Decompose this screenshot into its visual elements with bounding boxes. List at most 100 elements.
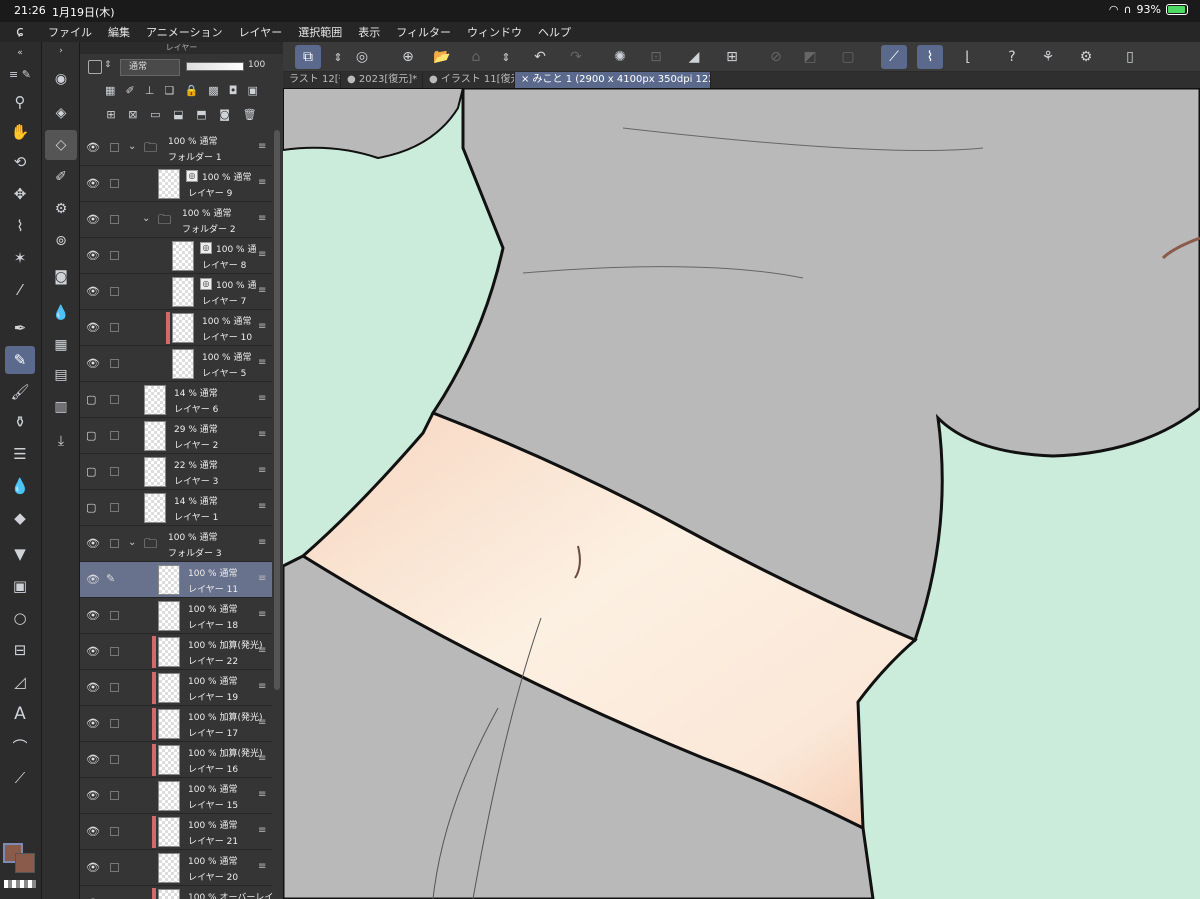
eye-icon[interactable]: 👁 — [86, 285, 100, 298]
clear-icon[interactable]: ⊡ — [643, 45, 669, 69]
layer-row[interactable]: 👁 100 % 通常 レイヤー 19 ≡ — [80, 670, 272, 706]
brush-size-icon[interactable]: ⊚ — [45, 226, 77, 256]
layer-panel-icon[interactable]: ◇ — [45, 130, 77, 160]
layer-menu-icon[interactable]: ≡ — [258, 429, 266, 440]
eye-icon[interactable]: 👁 — [86, 213, 100, 226]
layer-row[interactable]: 👁 ◎ 100 % 通常 レイヤー 9 ≡ — [80, 166, 272, 202]
eye-icon[interactable]: 👁 — [86, 681, 100, 694]
layer-row[interactable]: 👁 ⌄ 🗀 100 % 通常 フォルダー 1 ≡ — [80, 130, 272, 166]
layer-checkbox[interactable] — [110, 143, 119, 152]
eraser-icon[interactable]: ◆ — [5, 504, 35, 532]
eye-icon[interactable]: 👁 — [86, 249, 100, 262]
layer-checkbox[interactable] — [110, 827, 119, 836]
layer-menu-icon[interactable]: ≡ — [258, 537, 266, 548]
show-selection-icon[interactable]: ▢ — [835, 45, 861, 69]
palette-menu-icon[interactable]: ≡ ✎ — [5, 64, 35, 84]
menu-view[interactable]: 表示 — [350, 24, 388, 40]
transparent-color-swatch[interactable] — [4, 880, 36, 888]
lock-icon[interactable]: 🔒 — [184, 84, 198, 97]
layer-row[interactable]: 👁 ◎ 100 % 通レイヤー 7 ≡ — [80, 274, 272, 310]
delete-layer-icon[interactable]: 🗑 — [243, 108, 257, 121]
layer-menu-icon[interactable]: ≡ — [258, 645, 266, 656]
canvas-icon[interactable]: ⧉ — [295, 45, 321, 69]
layer-row[interactable]: 👁 ⌄ 🗀 100 % 通常 フォルダー 2 ≡ — [80, 202, 272, 238]
layer-menu-icon[interactable]: ≡ — [258, 393, 266, 404]
layer-menu-icon[interactable]: ≡ — [258, 357, 266, 368]
menu-filter[interactable]: フィルター — [388, 24, 459, 40]
fill-command-icon[interactable]: ◢ — [681, 45, 707, 69]
layer-row[interactable]: ▢ 14 % 通常 レイヤー 1 ≡ — [80, 490, 272, 526]
move-icon[interactable]: ✥ — [5, 180, 35, 208]
layer-row[interactable]: 👁 100 % 通常 レイヤー 5 ≡ — [80, 346, 272, 382]
snap-special-ruler-icon[interactable]: ⌇ — [917, 45, 943, 69]
eye-icon[interactable]: 👁 — [86, 321, 100, 334]
fill-icon[interactable]: ▼ — [5, 540, 35, 568]
clip-icon[interactable]: ⊥ — [145, 84, 155, 97]
gradient-icon[interactable]: ▣ — [5, 572, 35, 600]
layer-row[interactable]: 👁 100 % 加算(発光) レイヤー 22 ≡ — [80, 634, 272, 670]
sub-color-swatch[interactable] — [15, 853, 35, 873]
share-icon[interactable]: ⚙ — [1073, 45, 1099, 69]
tab-illust-12[interactable]: ラスト 12[復元 — [283, 72, 341, 88]
text-icon[interactable]: A — [5, 700, 35, 728]
layer-menu-icon[interactable]: ≡ — [258, 465, 266, 476]
magic-wand-icon[interactable]: ✶ — [5, 244, 35, 272]
color-wheel-icon[interactable]: ◙ — [45, 262, 77, 292]
layer-checkbox[interactable] — [110, 215, 119, 224]
hand-icon[interactable]: ✋ — [5, 118, 35, 146]
layer-menu-icon[interactable]: ≡ — [258, 177, 266, 188]
layer-menu-icon[interactable]: ≡ — [258, 501, 266, 512]
layer-row[interactable]: 👁 100 % 通常 レイヤー 21 ≡ — [80, 814, 272, 850]
invert-selection-icon[interactable]: ◩ — [797, 45, 823, 69]
layer-row[interactable]: 👁100 % オーバーレイレイヤー 27≡ — [80, 886, 273, 899]
layer-row[interactable]: 👁 100 % 通常 レイヤー 10 ≡ — [80, 310, 272, 346]
history-icon[interactable]: ⤓ — [45, 426, 77, 456]
layer-checkbox[interactable] — [110, 251, 119, 260]
color-set-icon[interactable]: ▦ — [45, 330, 77, 360]
layer-checkbox[interactable] — [110, 179, 119, 188]
expand-chevron-icon[interactable]: ⌄ — [128, 537, 136, 548]
visibility-off-icon[interactable]: ▢ — [86, 393, 96, 406]
lasso-icon[interactable]: ⌇ — [5, 212, 35, 240]
layer-checkbox[interactable] — [110, 683, 119, 692]
eyedropper-icon[interactable]: ⁄ — [5, 276, 35, 304]
menu-window[interactable]: ウィンドウ — [459, 24, 530, 40]
layer-menu-icon[interactable]: ≡ — [258, 717, 266, 728]
new-folder-icon[interactable]: ▭ — [150, 108, 160, 121]
layer-menu-icon[interactable]: ≡ — [258, 753, 266, 764]
layer-checkbox[interactable] — [110, 647, 119, 656]
layer-checkbox[interactable] — [110, 719, 119, 728]
brush-icon[interactable]: 🖌 — [5, 378, 35, 406]
expand-chevron-icon[interactable]: ⌄ — [128, 141, 136, 152]
ruler-icon[interactable]: ◿ — [5, 668, 35, 696]
ref-icon[interactable]: ❏ — [164, 84, 174, 97]
frame-icon[interactable]: ⊟ — [5, 636, 35, 664]
airbrush-icon[interactable]: ⚱ — [5, 408, 35, 436]
layer-color-icon[interactable] — [88, 60, 102, 74]
transfer-icon[interactable]: ⬒ — [196, 108, 206, 121]
figure-icon[interactable]: ○ — [5, 604, 35, 632]
material-icon[interactable]: ▥ — [45, 392, 77, 422]
layer-row[interactable]: 👁 100 % 通常 レイヤー 18 ≡ — [80, 598, 272, 634]
lock-alpha-icon[interactable]: ▩ — [208, 84, 218, 97]
reference-layer-icon[interactable]: ▦ — [105, 84, 115, 97]
eye-icon[interactable]: 👁 — [86, 789, 100, 802]
zoom-icon[interactable]: ⚲ — [5, 88, 35, 116]
layer-menu-icon[interactable]: ≡ — [258, 681, 266, 692]
menu-layer[interactable]: レイヤー — [231, 24, 291, 40]
eye-icon[interactable]: 👁 — [86, 609, 100, 622]
layer-row[interactable]: ▢ 22 % 通常 レイヤー 3 ≡ — [80, 454, 272, 490]
visibility-off-icon[interactable]: ▢ — [86, 501, 96, 514]
opacity-slider[interactable] — [186, 62, 244, 71]
collapse-right-icon[interactable]: › — [45, 44, 77, 58]
new-file-icon[interactable]: ⊕ — [395, 45, 421, 69]
clip-studio-icon[interactable]: ⚘ — [1035, 45, 1061, 69]
menu-animation[interactable]: アニメーション — [138, 24, 231, 40]
animation-icon[interactable]: ▤ — [45, 360, 77, 390]
loading-icon[interactable]: ✺ — [607, 45, 633, 69]
layer-checkbox[interactable] — [110, 755, 119, 764]
eye-icon[interactable]: 👁 — [86, 141, 100, 154]
deselect-icon[interactable]: ⊘ — [763, 45, 789, 69]
eye-icon[interactable]: 👁 — [86, 753, 100, 766]
layer-checkbox[interactable] — [110, 863, 119, 872]
